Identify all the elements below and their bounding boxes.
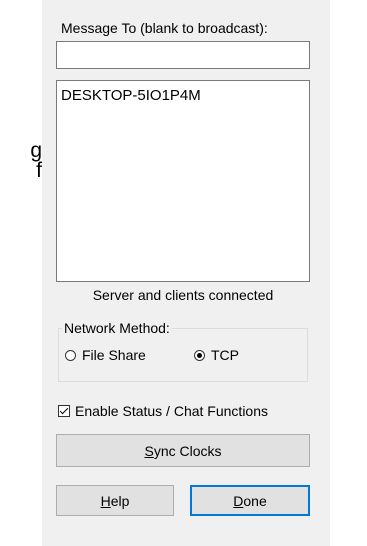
done-button[interactable]: Done: [190, 485, 310, 516]
chat-dialog: Message To (blank to broadcast): DESKTOP…: [42, 0, 330, 546]
clients-listbox[interactable]: DESKTOP-5IO1P4M: [56, 80, 310, 282]
radio-unchecked-icon: [65, 349, 76, 361]
tcp-label: TCP: [211, 347, 239, 363]
sync-clocks-button[interactable]: Sync Clocks: [56, 434, 310, 467]
screen: g f Message To (blank to broadcast): DES…: [0, 0, 367, 546]
help-mnemonic: H: [100, 492, 111, 509]
enable-status-checkbox[interactable]: Enable Status / Chat Functions: [58, 403, 268, 419]
network-method-title: Network Method:: [62, 320, 172, 336]
tcp-radio[interactable]: TCP: [194, 347, 239, 363]
enable-status-label: Enable Status / Chat Functions: [75, 403, 268, 419]
background-window-text: g f: [0, 140, 42, 190]
sync-mnemonic: S: [144, 442, 154, 459]
sync-label-rest: ync Clocks: [153, 442, 222, 459]
radio-checked-icon: [194, 349, 205, 361]
file-share-radio[interactable]: File Share: [65, 347, 146, 363]
file-share-label: File Share: [82, 347, 146, 363]
help-button[interactable]: Help: [56, 485, 174, 516]
message-to-label: Message To (blank to broadcast):: [61, 20, 268, 36]
checkbox-checked-icon: [58, 405, 70, 417]
client-list-item[interactable]: DESKTOP-5IO1P4M: [61, 87, 201, 104]
connection-status-text: Server and clients connected: [92, 287, 274, 303]
done-mnemonic: D: [233, 492, 244, 509]
help-label-rest: elp: [110, 492, 130, 509]
done-label-rest: one: [243, 492, 267, 509]
network-method-group: Network Method: File Share TCP: [58, 320, 308, 382]
message-to-input[interactable]: [56, 41, 310, 69]
